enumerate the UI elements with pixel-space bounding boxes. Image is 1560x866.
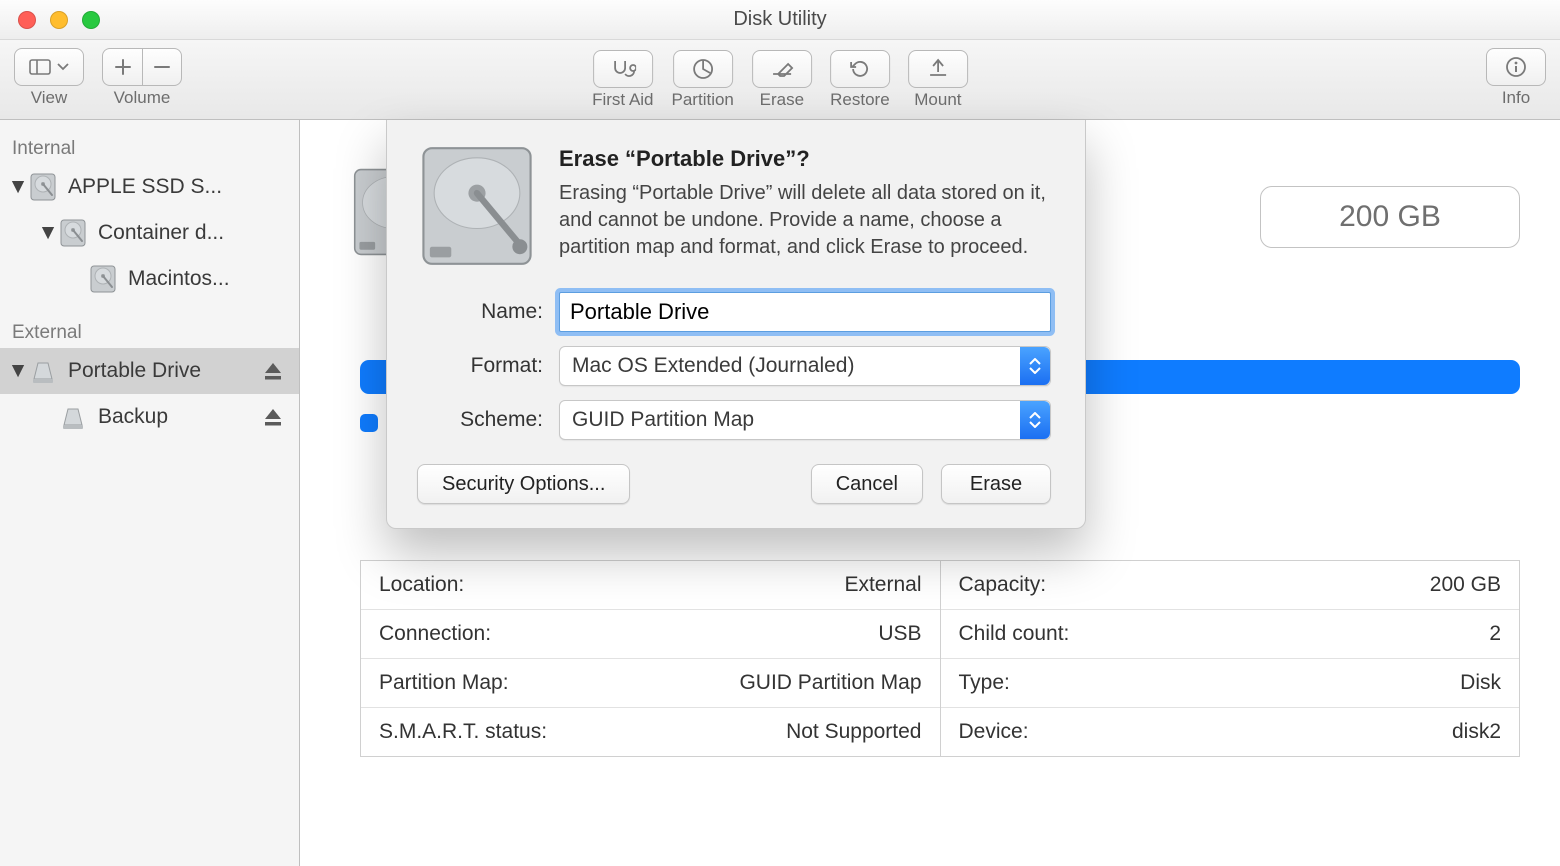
capacity-badge: 200 GB xyxy=(1260,186,1520,248)
detail-label: Child count: xyxy=(959,622,1070,646)
dialog-title: Erase “Portable Drive”? xyxy=(559,146,1051,172)
detail-label: Device: xyxy=(959,720,1029,744)
chevron-down-icon xyxy=(57,63,69,71)
info-button[interactable] xyxy=(1486,48,1546,86)
view-button[interactable] xyxy=(14,48,84,86)
disclosure-triangle-icon[interactable]: ▼ xyxy=(8,359,28,383)
eraser-icon xyxy=(769,58,795,80)
sidebar-item-label: Backup xyxy=(98,405,263,429)
view-label: View xyxy=(31,88,68,108)
window-titlebar: Disk Utility xyxy=(0,0,1560,40)
scheme-select[interactable]: GUID Partition Map xyxy=(559,400,1051,440)
restore-label: Restore xyxy=(830,90,890,110)
disclosure-triangle-icon[interactable]: ▼ xyxy=(38,221,58,245)
sidebar-item-macintosh[interactable]: Macintos... xyxy=(0,256,299,302)
toolbar: View Volume First Aid Partition xyxy=(0,40,1560,120)
detail-value: GUID Partition Map xyxy=(739,671,921,695)
table-row: S.M.A.R.T. status: Not Supported xyxy=(361,708,940,756)
minus-icon xyxy=(153,58,171,76)
sidebar-item-label: APPLE SSD S... xyxy=(68,175,299,199)
table-row: Partition Map: GUID Partition Map xyxy=(361,659,940,708)
sidebar-item-container[interactable]: ▼ Container d... xyxy=(0,210,299,256)
sidebar-item-label: Macintos... xyxy=(128,267,299,291)
window-title: Disk Utility xyxy=(0,8,1560,31)
external-disk-icon xyxy=(28,356,58,386)
info-label: Info xyxy=(1502,88,1530,108)
details-table: Location: External Connection: USB Partiti… xyxy=(360,560,1520,757)
first-aid-label: First Aid xyxy=(592,90,653,110)
cancel-button[interactable]: Cancel xyxy=(811,464,923,504)
format-label: Format: xyxy=(417,354,559,378)
mount-button[interactable] xyxy=(908,50,968,88)
sidebar-item-label: Portable Drive xyxy=(68,359,263,383)
legend-swatch xyxy=(360,414,378,432)
detail-value: Not Supported xyxy=(786,720,921,744)
volume-label: Volume xyxy=(114,88,171,108)
detail-label: Connection: xyxy=(379,622,491,646)
sidebar: Internal ▼ APPLE SSD S... ▼ Container d.… xyxy=(0,120,300,866)
name-label: Name: xyxy=(417,300,559,324)
security-options-button[interactable]: Security Options... xyxy=(417,464,630,504)
mount-label: Mount xyxy=(914,90,961,110)
sidebar-section-external: External xyxy=(0,314,299,348)
table-row: Device: disk2 xyxy=(941,708,1520,756)
partition-button[interactable] xyxy=(673,50,733,88)
detail-label: Type: xyxy=(959,671,1010,695)
table-row: Child count: 2 xyxy=(941,610,1520,659)
name-input[interactable] xyxy=(559,292,1051,332)
eject-icon[interactable] xyxy=(263,361,283,381)
erase-toolbar-button[interactable] xyxy=(752,50,812,88)
detail-value: 200 GB xyxy=(1430,573,1501,597)
sidebar-view-icon xyxy=(29,59,51,75)
detail-value: External xyxy=(844,573,921,597)
format-value: Mac OS Extended (Journaled) xyxy=(572,354,854,378)
sidebar-item-backup[interactable]: Backup xyxy=(0,394,299,440)
mount-icon xyxy=(926,57,950,81)
detail-value: disk2 xyxy=(1452,720,1501,744)
scheme-value: GUID Partition Map xyxy=(572,408,754,432)
internal-disk-icon xyxy=(58,218,88,248)
stethoscope-icon xyxy=(610,58,636,80)
detail-value: USB xyxy=(878,622,921,646)
volume-add-button[interactable] xyxy=(102,48,142,86)
detail-label: Capacity: xyxy=(959,573,1047,597)
internal-disk-icon xyxy=(28,172,58,202)
table-row: Type: Disk xyxy=(941,659,1520,708)
table-row: Location: External xyxy=(361,561,940,610)
table-row: Capacity: 200 GB xyxy=(941,561,1520,610)
detail-value: Disk xyxy=(1460,671,1501,695)
info-icon xyxy=(1504,55,1528,79)
detail-value: 2 xyxy=(1489,622,1501,646)
plus-icon xyxy=(114,58,132,76)
sidebar-section-internal: Internal xyxy=(0,130,299,164)
detail-label: S.M.A.R.T. status: xyxy=(379,720,547,744)
pie-icon xyxy=(691,57,715,81)
sidebar-item-label: Container d... xyxy=(98,221,299,245)
erase-button[interactable]: Erase xyxy=(941,464,1051,504)
first-aid-button[interactable] xyxy=(593,50,653,88)
format-select[interactable]: Mac OS Extended (Journaled) xyxy=(559,346,1051,386)
disclosure-triangle-icon[interactable]: ▼ xyxy=(8,175,28,199)
erase-toolbar-label: Erase xyxy=(760,90,804,110)
partition-label: Partition xyxy=(672,90,734,110)
eject-icon[interactable] xyxy=(263,407,283,427)
dialog-body: Erasing “Portable Drive” will delete all… xyxy=(559,180,1051,261)
dialog-drive-icon xyxy=(417,146,537,266)
volume-buttons xyxy=(102,48,182,86)
restore-button[interactable] xyxy=(830,50,890,88)
external-disk-icon xyxy=(58,402,88,432)
select-stepper-icon xyxy=(1020,401,1050,439)
erase-dialog: Erase “Portable Drive”? Erasing “Portabl… xyxy=(386,120,1086,529)
detail-label: Partition Map: xyxy=(379,671,509,695)
sidebar-item-apple-ssd[interactable]: ▼ APPLE SSD S... xyxy=(0,164,299,210)
detail-label: Location: xyxy=(379,573,464,597)
select-stepper-icon xyxy=(1020,347,1050,385)
scheme-label: Scheme: xyxy=(417,408,559,432)
sidebar-item-portable-drive[interactable]: ▼ Portable Drive xyxy=(0,348,299,394)
table-row: Connection: USB xyxy=(361,610,940,659)
internal-disk-icon xyxy=(88,264,118,294)
restore-icon xyxy=(848,57,872,81)
volume-remove-button[interactable] xyxy=(142,48,182,86)
